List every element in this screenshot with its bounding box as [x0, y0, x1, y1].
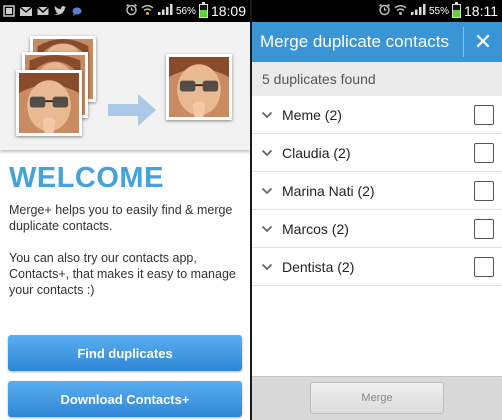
chat-icon	[71, 5, 83, 17]
find-duplicates-button[interactable]: Find duplicates	[8, 335, 242, 371]
close-icon[interactable]: ✕	[464, 22, 502, 62]
alarm-icon	[378, 3, 391, 19]
merge-screen: 55% 18:11 Merge duplicate contacts ✕ 5 d…	[252, 0, 502, 420]
gmail-icon	[36, 5, 50, 17]
arrow-right-icon	[108, 94, 156, 126]
chevron-down-icon[interactable]	[252, 149, 282, 157]
chevron-down-icon[interactable]	[252, 225, 282, 233]
download-contacts-button[interactable]: Download Contacts+	[8, 381, 242, 417]
contact-name: Claudia (2)	[282, 144, 351, 161]
contact-checkbox[interactable]	[474, 180, 494, 201]
contact-name: Marcos (2)	[282, 220, 349, 237]
welcome-screen: 56% 18:09 WELCOME Merge+ helps you to ea…	[0, 0, 250, 420]
signal-icon	[410, 3, 426, 19]
clock: 18:11	[464, 3, 498, 19]
status-bar: 55% 18:11	[252, 0, 502, 22]
contact-checkbox[interactable]	[474, 104, 494, 125]
battery-percent: 55%	[428, 5, 449, 17]
contact-checkbox[interactable]	[474, 218, 494, 239]
wifi-icon	[141, 3, 154, 19]
duplicates-list: Meme (2) Claudia (2) Marina Nati (2) Marcos…	[252, 96, 502, 286]
bottom-action-bar: Merge	[252, 376, 502, 420]
description-contacts-app: You can also try our contacts app, Conta…	[9, 251, 236, 297]
contact-row[interactable]: Dentista (2)	[252, 248, 502, 286]
duplicates-count: 5 duplicates found	[252, 62, 502, 96]
merge-button[interactable]: Merge	[310, 382, 444, 414]
battery-percent: 56%	[175, 5, 196, 17]
chevron-down-icon[interactable]	[252, 263, 282, 271]
wifi-icon	[394, 3, 407, 19]
welcome-title: WELCOME	[9, 162, 164, 194]
contact-name: Dentista (2)	[282, 258, 355, 275]
mail-icon	[19, 5, 33, 17]
signal-icon	[157, 3, 173, 19]
contact-checkbox[interactable]	[474, 256, 494, 277]
chevron-down-icon[interactable]	[252, 187, 282, 195]
chevron-down-icon[interactable]	[252, 111, 282, 119]
contact-name: Marina Nati (2)	[282, 182, 375, 199]
contact-row[interactable]: Claudia (2)	[252, 134, 502, 172]
merged-contact-photo	[166, 54, 232, 120]
page-title: Merge duplicate contacts	[260, 32, 449, 51]
contact-row[interactable]: Meme (2)	[252, 96, 502, 134]
hero-illustration	[0, 22, 250, 150]
alarm-icon	[125, 3, 138, 19]
twitter-icon	[53, 5, 67, 17]
clock: 18:09	[210, 3, 246, 19]
contact-row[interactable]: Marcos (2)	[252, 210, 502, 248]
gallery-icon	[3, 5, 15, 17]
contact-name: Meme (2)	[282, 106, 342, 123]
description-merge: Merge+ helps you to easily find & merge …	[9, 203, 233, 233]
contact-photo-front	[16, 70, 82, 136]
status-bar: 56% 18:09	[0, 0, 250, 22]
contact-checkbox[interactable]	[474, 142, 494, 163]
app-title-bar: Merge duplicate contacts ✕	[252, 22, 502, 62]
contact-row[interactable]: Marina Nati (2)	[252, 172, 502, 210]
battery-icon	[452, 2, 461, 18]
battery-icon	[198, 2, 208, 18]
